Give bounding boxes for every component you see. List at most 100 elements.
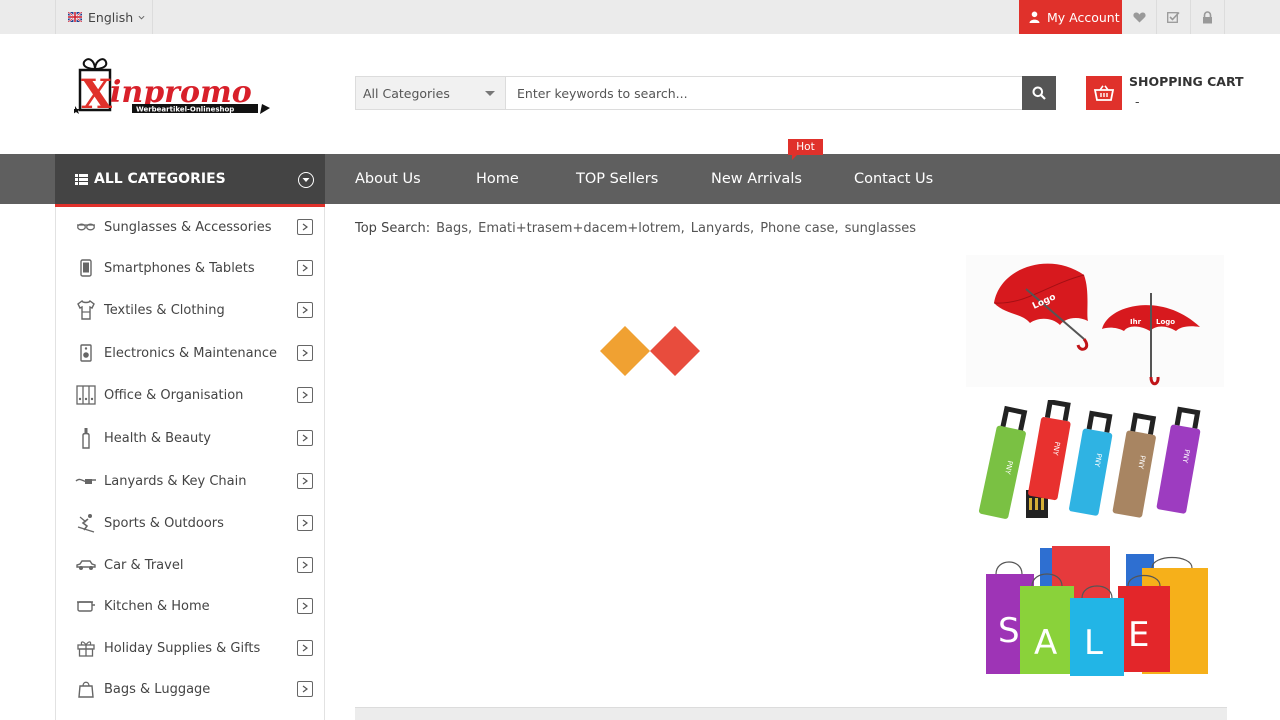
top-search-link[interactable]: Bags, [436, 221, 472, 236]
search-icon [1032, 86, 1046, 100]
checkout-button[interactable] [1157, 0, 1191, 34]
my-account-label: My Account [1047, 9, 1120, 25]
chevron-right-icon[interactable] [297, 302, 313, 318]
top-search-link[interactable]: sunglasses [845, 221, 916, 236]
top-search-link[interactable]: Phone case, [760, 221, 838, 236]
sidebar-item-label: Holiday Supplies & Gifts [104, 640, 261, 656]
sidebar-item-car-travel[interactable]: Car & Travel [56, 545, 324, 585]
sidebar-item-label: Sports & Outdoors [104, 515, 224, 531]
umbrella-ihr-text: Ihr [1130, 318, 1142, 326]
sidebar-item-label: Sunglasses & Accessories [104, 219, 272, 235]
svg-text:Werbeartikel-Onlineshop: Werbeartikel-Onlineshop [136, 106, 234, 114]
sidebar-item-label: Health & Beauty [104, 430, 212, 446]
wishlist-button[interactable] [1123, 0, 1157, 34]
sidebar-item-label: Smartphones & Tablets [104, 260, 255, 276]
chevron-right-icon[interactable] [297, 260, 313, 276]
sale-letter: L [1084, 623, 1103, 663]
nav-about-us[interactable]: About Us [355, 154, 421, 204]
smartphone-icon [75, 257, 97, 279]
top-search-link[interactable]: Emati+trasem+dacem+lotrem, [478, 221, 685, 236]
my-account-button[interactable]: My Account [1019, 0, 1122, 34]
sale-letter: S [998, 611, 1020, 651]
search-button[interactable] [1022, 76, 1056, 110]
nav-top-sellers[interactable]: TOP Sellers [576, 154, 658, 204]
chevron-down-icon [138, 15, 145, 20]
basket-icon [1094, 85, 1114, 101]
sidebar-item-kitchen-home[interactable]: Kitchen & Home [56, 586, 324, 626]
language-selector[interactable]: English [55, 0, 153, 34]
loading-spinner [600, 326, 700, 376]
shopping-cart-summary: - [1135, 94, 1140, 109]
top-search-label: Top Search: [355, 221, 431, 236]
umbrella-banner[interactable]: Logo Ihr Logo [966, 255, 1224, 387]
svg-text:X: X [81, 71, 112, 118]
binders-icon [75, 384, 97, 406]
collapse-circle-icon [298, 172, 314, 188]
loader-diamond-red [649, 326, 700, 376]
top-search-link[interactable]: Lanyards, [691, 221, 754, 236]
chevron-right-icon[interactable] [297, 387, 313, 403]
chevron-right-icon[interactable] [297, 219, 313, 235]
sidebar-item-textiles[interactable]: Textiles & Clothing [56, 290, 324, 330]
bag-icon [75, 678, 97, 700]
shopping-cart-button[interactable] [1086, 76, 1122, 110]
login-button[interactable] [1191, 0, 1225, 34]
glasses-icon [75, 216, 97, 238]
skier-icon [75, 512, 97, 534]
usb-banner[interactable]: PNY PNY PNY PNY PNY [966, 400, 1224, 534]
sidebar-item-label: Electronics & Maintenance [104, 345, 277, 361]
lock-icon [1203, 10, 1212, 23]
sidebar-item-label: Office & Organisation [104, 387, 244, 403]
nav-new-arrivals[interactable]: New Arrivals [711, 154, 802, 204]
search-input[interactable] [506, 77, 1022, 109]
gift-icon [75, 637, 97, 659]
tshirt-icon [75, 299, 97, 321]
sale-letter: A [1034, 623, 1057, 663]
dropdown-triangle-icon [485, 91, 495, 96]
all-categories-label: ALL CATEGORIES [94, 171, 226, 187]
chevron-right-icon[interactable] [297, 640, 313, 656]
lanyard-icon [75, 470, 97, 492]
search-bar: All Categories [355, 76, 1056, 110]
all-categories-toggle[interactable]: ALL CATEGORIES [55, 154, 325, 207]
uk-flag-icon [68, 12, 82, 22]
sidebar-item-smartphones[interactable]: Smartphones & Tablets [56, 248, 324, 288]
sidebar-item-lanyards[interactable]: Lanyards & Key Chain [56, 461, 324, 501]
nav-contact-us[interactable]: Contact Us [854, 154, 933, 204]
xinpromo-logo[interactable]: X inpromo Werbeartikel-Onlineshop [74, 56, 274, 120]
sidebar-item-electronics[interactable]: Electronics & Maintenance [56, 333, 324, 373]
sidebar-item-label: Lanyards & Key Chain [104, 473, 247, 489]
user-icon [1029, 11, 1040, 23]
hot-badge: Hot [788, 139, 823, 160]
top-bar: English My Account [0, 0, 1280, 34]
sale-banner[interactable]: S A L E [966, 542, 1224, 678]
nav-home[interactable]: Home [476, 154, 519, 204]
chevron-right-icon[interactable] [297, 515, 313, 531]
chevron-right-icon[interactable] [297, 557, 313, 573]
chevron-right-icon[interactable] [297, 598, 313, 614]
shopping-cart-title[interactable]: SHOPPING CART [1129, 74, 1244, 89]
category-sidebar: Sunglasses & Accessories Smartphones & T… [55, 207, 325, 720]
speaker-icon [75, 342, 97, 364]
sidebar-item-label: Textiles & Clothing [104, 302, 225, 318]
sidebar-item-sunglasses[interactable]: Sunglasses & Accessories [56, 207, 324, 247]
language-label: English [88, 9, 134, 25]
sidebar-item-office[interactable]: Office & Organisation [56, 375, 324, 415]
sidebar-item-bags-luggage[interactable]: Bags & Luggage [56, 669, 324, 709]
chevron-right-icon[interactable] [297, 345, 313, 361]
loader-diamond-orange [600, 326, 651, 376]
sidebar-item-holiday-gifts[interactable]: Holiday Supplies & Gifts [56, 628, 324, 668]
category-select-value: All Categories [363, 85, 450, 101]
sidebar-item-label: Bags & Luggage [104, 681, 211, 697]
chevron-right-icon[interactable] [297, 473, 313, 489]
list-icon [75, 173, 88, 185]
category-select[interactable]: All Categories [356, 77, 506, 109]
sidebar-item-label: Car & Travel [104, 557, 184, 573]
sidebar-item-sports[interactable]: Sports & Outdoors [56, 503, 324, 543]
top-search: Top Search: Bags, Emati+trasem+dacem+lotre… [355, 221, 922, 236]
chevron-right-icon[interactable] [297, 681, 313, 697]
heart-icon [1133, 12, 1146, 22]
chevron-right-icon[interactable] [297, 430, 313, 446]
sidebar-item-health-beauty[interactable]: Health & Beauty [56, 418, 324, 458]
kitchen-icon [75, 595, 97, 617]
